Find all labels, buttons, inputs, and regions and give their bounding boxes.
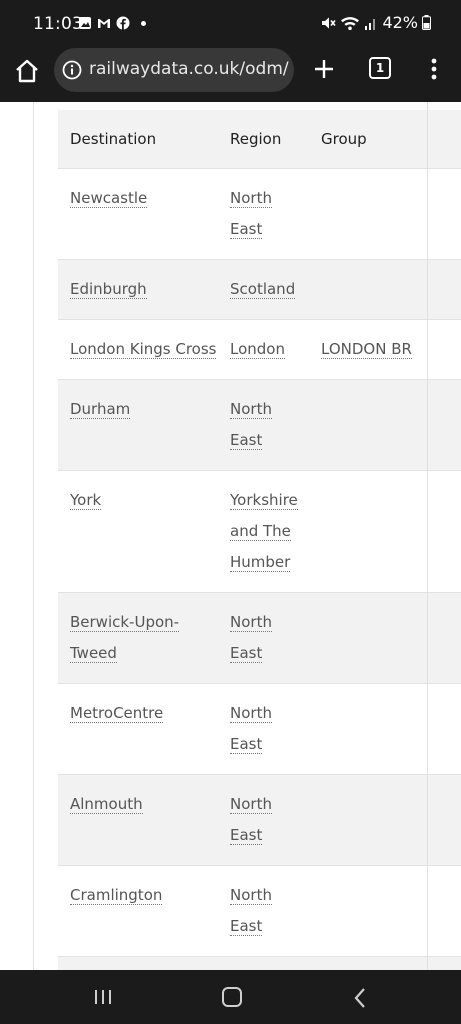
group-cell xyxy=(309,774,461,865)
home-nav-icon[interactable] xyxy=(222,987,242,1007)
page-border-left xyxy=(33,102,34,970)
region-link[interactable]: Scotland xyxy=(230,279,296,299)
group-cell xyxy=(309,379,461,470)
table-row: Durham North East xyxy=(58,379,461,470)
group-cell xyxy=(309,168,461,259)
page-content: Destination Region Group Newcastle North… xyxy=(0,102,461,970)
home-icon[interactable] xyxy=(12,56,42,86)
facebook-icon xyxy=(116,16,130,30)
notification-icons xyxy=(78,16,146,30)
more-notifications-dot xyxy=(141,20,146,26)
region-cell: Scotland xyxy=(218,259,309,319)
url-text[interactable]: railwaydata.co.uk/odm/ xyxy=(89,59,289,79)
region-link[interactable]: North East xyxy=(230,612,272,663)
region-link[interactable]: London xyxy=(230,339,285,359)
region-link[interactable]: North East xyxy=(230,399,272,450)
region-link[interactable]: North East xyxy=(230,794,272,845)
destination-link[interactable]: London Kings Cross xyxy=(70,339,217,359)
table-row: Alnmouth North East xyxy=(58,774,461,865)
table-row: Newcastle North East xyxy=(58,168,461,259)
destination-link[interactable]: Durham xyxy=(70,399,131,419)
destination-link[interactable]: Edinburgh xyxy=(70,279,147,299)
group-cell xyxy=(309,259,461,319)
destination-link[interactable]: Alnmouth xyxy=(70,794,143,814)
destinations-table: Destination Region Group Newcastle North… xyxy=(58,110,461,970)
group-cell: LONDON BR xyxy=(309,319,461,379)
region-link[interactable]: North East xyxy=(230,885,272,936)
group-link[interactable]: LONDON BR xyxy=(321,339,412,359)
table-row: Berwick-Upon-Tweed North East xyxy=(58,592,461,683)
destination-cell: London Kings Cross xyxy=(58,319,218,379)
region-cell: North East xyxy=(218,379,309,470)
destination-cell: Newcastle xyxy=(58,168,218,259)
status-bar: 11:03 42% xyxy=(0,0,461,46)
address-bar[interactable]: railwaydata.co.uk/odm/ xyxy=(54,48,294,92)
recent-apps-icon[interactable] xyxy=(93,989,113,1005)
signal-icon xyxy=(365,18,376,30)
table-row-partial xyxy=(58,956,461,970)
back-icon[interactable] xyxy=(352,987,368,1009)
status-time: 11:03 xyxy=(33,14,83,34)
destination-link[interactable]: York xyxy=(70,490,102,510)
table-row: York Yorkshire and The Humber xyxy=(58,470,461,592)
destination-cell: MetroCentre xyxy=(58,683,218,774)
destination-link[interactable]: Berwick-Upon-Tweed xyxy=(70,612,180,663)
group-cell xyxy=(309,956,461,970)
new-tab-icon[interactable] xyxy=(311,56,337,82)
region-cell: North East xyxy=(218,865,309,956)
gmail-icon xyxy=(98,19,110,28)
destination-cell: York xyxy=(58,470,218,592)
destination-cell: Alnmouth xyxy=(58,774,218,865)
battery-icon xyxy=(422,15,431,30)
browser-toolbar: railwaydata.co.uk/odm/ 1 xyxy=(0,46,461,102)
header-destination[interactable]: Destination xyxy=(58,110,218,168)
destination-cell: Edinburgh xyxy=(58,259,218,319)
mute-icon xyxy=(322,17,337,28)
wifi-icon xyxy=(341,16,360,30)
region-cell xyxy=(218,956,309,970)
destination-cell: Cramlington xyxy=(58,865,218,956)
region-cell: North East xyxy=(218,168,309,259)
region-link[interactable]: North East xyxy=(230,188,272,239)
region-link[interactable]: North East xyxy=(230,703,272,754)
destination-link[interactable]: Newcastle xyxy=(70,188,148,208)
table-row: MetroCentre North East xyxy=(58,683,461,774)
table-row: London Kings Cross London LONDON BR xyxy=(58,319,461,379)
region-cell: North East xyxy=(218,774,309,865)
more-menu-icon[interactable] xyxy=(424,56,444,82)
region-cell: London xyxy=(218,319,309,379)
tab-switcher-button[interactable]: 1 xyxy=(369,57,391,79)
header-group[interactable]: Group xyxy=(309,110,461,168)
column-divider xyxy=(427,102,428,970)
group-cell xyxy=(309,865,461,956)
destination-link[interactable]: MetroCentre xyxy=(70,703,164,723)
info-icon[interactable] xyxy=(62,60,82,80)
region-cell: North East xyxy=(218,683,309,774)
region-cell: North East xyxy=(218,592,309,683)
system-nav-bar xyxy=(0,970,461,1024)
destination-link[interactable]: Cramlington xyxy=(70,885,163,905)
table-row: Edinburgh Scotland xyxy=(58,259,461,319)
gallery-icon xyxy=(79,17,91,29)
group-cell xyxy=(309,683,461,774)
group-cell xyxy=(309,592,461,683)
battery-percent: 42% xyxy=(382,13,418,32)
region-cell: Yorkshire and The Humber xyxy=(218,470,309,592)
region-link[interactable]: Yorkshire and The Humber xyxy=(230,490,298,572)
table-row: Cramlington North East xyxy=(58,865,461,956)
status-right: 42% xyxy=(320,13,431,32)
destination-cell xyxy=(58,956,218,970)
destination-cell: Berwick-Upon-Tweed xyxy=(58,592,218,683)
table-header-row: Destination Region Group xyxy=(58,110,461,168)
header-region[interactable]: Region xyxy=(218,110,309,168)
group-cell xyxy=(309,470,461,592)
destination-cell: Durham xyxy=(58,379,218,470)
